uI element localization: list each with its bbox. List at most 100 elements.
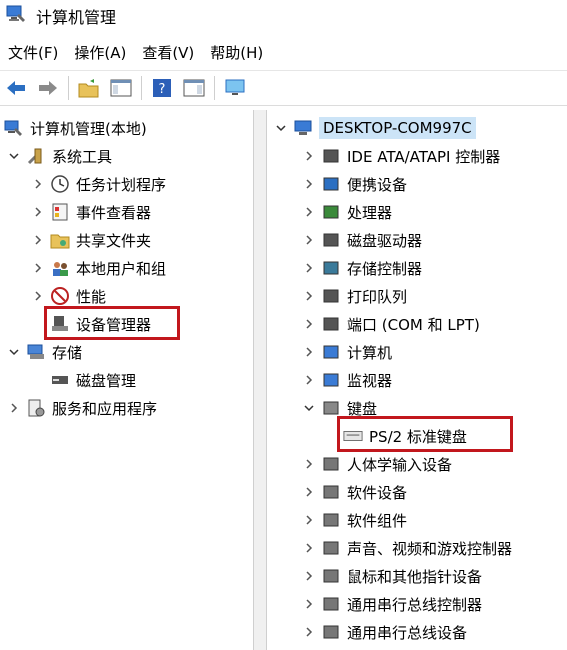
tree-item-local-users-groups[interactable]: 本地用户和组 xyxy=(30,254,166,282)
menu-action[interactable]: 操作(A) xyxy=(66,42,134,63)
hid-icon xyxy=(321,454,341,474)
device-category[interactable]: 软件组件 xyxy=(301,506,407,534)
chevron-right-icon[interactable] xyxy=(30,204,46,220)
device-category[interactable]: 键盘 xyxy=(301,394,377,422)
chevron-right-icon[interactable] xyxy=(301,372,317,388)
chevron-right-icon[interactable] xyxy=(301,316,317,332)
portable-device-icon xyxy=(321,174,341,194)
chevron-right-icon[interactable] xyxy=(301,148,317,164)
tree-root-computer-management[interactable]: 计算机管理(本地) xyxy=(4,114,147,142)
title-bar: 计算机管理 xyxy=(0,0,567,32)
chevron-right-icon[interactable] xyxy=(30,232,46,248)
tree-item-system-tools[interactable]: 系统工具 xyxy=(6,142,112,170)
action-pane-icon[interactable] xyxy=(181,75,207,101)
device-category-label: 端口 (COM 和 LPT) xyxy=(347,315,480,334)
chevron-right-icon[interactable] xyxy=(301,456,317,472)
chevron-right-icon[interactable] xyxy=(301,512,317,528)
device-category-label: 计算机 xyxy=(347,343,393,362)
tree-item-label: 磁盘管理 xyxy=(76,371,137,390)
chevron-right-icon[interactable] xyxy=(301,344,317,360)
tree-root-label: 计算机管理(本地) xyxy=(30,119,147,138)
chevron-right-icon[interactable] xyxy=(301,624,317,640)
device-category[interactable]: 声音、视频和游戏控制器 xyxy=(301,534,512,562)
device-category[interactable]: 通用串行总线控制器 xyxy=(301,590,482,618)
tree-item-services-apps[interactable]: 服务和应用程序 xyxy=(6,394,157,422)
chevron-right-icon[interactable] xyxy=(301,176,317,192)
up-folder-icon[interactable] xyxy=(76,75,102,101)
tree-item-disk-management[interactable]: 磁盘管理 xyxy=(50,366,136,394)
tree-item-label: 本地用户和组 xyxy=(76,259,167,278)
monitor-icon[interactable] xyxy=(222,75,248,101)
chevron-down-icon[interactable] xyxy=(6,344,22,360)
chevron-right-icon[interactable] xyxy=(301,568,317,584)
device-category[interactable]: 端口 (COM 和 LPT) xyxy=(301,310,480,338)
chevron-right-icon[interactable] xyxy=(301,204,317,220)
processor-icon xyxy=(321,202,341,222)
device-category-label: 人体学输入设备 xyxy=(347,455,453,474)
usb-device-icon xyxy=(321,622,341,642)
tree-item-event-viewer[interactable]: 事件查看器 xyxy=(30,198,151,226)
device-category[interactable]: 计算机 xyxy=(301,338,392,366)
computer-management-icon xyxy=(6,4,28,28)
help-icon[interactable]: ? xyxy=(149,75,175,101)
tree-item-label: 任务计划程序 xyxy=(76,175,167,194)
device-category[interactable]: 软件设备 xyxy=(301,478,407,506)
chevron-right-icon[interactable] xyxy=(301,484,317,500)
chevron-right-icon[interactable] xyxy=(301,288,317,304)
chevron-right-icon[interactable] xyxy=(30,260,46,276)
chevron-right-icon[interactable] xyxy=(301,596,317,612)
menu-bar: 文件(F) 操作(A) 查看(V) 帮助(H) xyxy=(0,38,567,66)
storage-controller-icon xyxy=(321,258,341,278)
device-category[interactable]: 便携设备 xyxy=(301,170,407,198)
device-category[interactable]: 处理器 xyxy=(301,198,392,226)
menu-view[interactable]: 查看(V) xyxy=(134,42,202,63)
highlight-box-device-manager xyxy=(44,306,180,340)
menu-help[interactable]: 帮助(H) xyxy=(202,42,271,63)
device-category-label: 磁盘驱动器 xyxy=(347,231,423,250)
device-category[interactable]: 监视器 xyxy=(301,366,392,394)
print-queue-icon xyxy=(321,286,341,306)
ide-controller-icon xyxy=(321,146,341,166)
chevron-down-icon[interactable] xyxy=(6,148,22,164)
tools-icon xyxy=(26,146,46,166)
services-icon xyxy=(26,398,46,418)
chevron-right-icon[interactable] xyxy=(301,540,317,556)
forward-arrow-icon[interactable] xyxy=(35,75,61,101)
toolbar-separator xyxy=(141,76,142,100)
back-arrow-icon[interactable] xyxy=(3,75,29,101)
toolbar-separator xyxy=(214,76,215,100)
right-device-pane: DESKTOP-COM997C PS/2 标准键盘 IDE ATA/ATAPI … xyxy=(266,110,567,650)
tree-item-label: 存储 xyxy=(52,343,83,362)
chevron-down-icon[interactable] xyxy=(273,120,289,136)
chevron-right-icon[interactable] xyxy=(30,176,46,192)
chevron-right-icon[interactable] xyxy=(30,288,46,304)
device-tree-root[interactable]: DESKTOP-COM997C xyxy=(273,114,476,142)
device-category-label: 处理器 xyxy=(347,203,393,222)
device-category[interactable]: 打印队列 xyxy=(301,282,407,310)
pane-splitter[interactable] xyxy=(254,110,266,650)
chevron-down-icon[interactable] xyxy=(301,400,317,416)
software-component-icon xyxy=(321,510,341,530)
event-log-icon xyxy=(50,202,70,222)
window-title: 计算机管理 xyxy=(36,8,117,27)
device-category[interactable]: 磁盘驱动器 xyxy=(301,226,422,254)
device-category[interactable]: 鼠标和其他指针设备 xyxy=(301,562,482,590)
device-category[interactable]: IDE ATA/ATAPI 控制器 xyxy=(301,142,500,170)
menu-file[interactable]: 文件(F) xyxy=(0,42,66,63)
software-device-icon xyxy=(321,482,341,502)
usb-controller-icon xyxy=(321,594,341,614)
chevron-right-icon[interactable] xyxy=(6,400,22,416)
device-category[interactable]: 存储控制器 xyxy=(301,254,422,282)
tree-item-label: 系统工具 xyxy=(52,147,113,166)
clock-icon xyxy=(50,174,70,194)
mouse-icon xyxy=(321,566,341,586)
chevron-right-icon[interactable] xyxy=(301,232,317,248)
tree-item-task-scheduler[interactable]: 任务计划程序 xyxy=(30,170,166,198)
show-hide-tree-icon[interactable] xyxy=(108,75,134,101)
device-category[interactable]: 人体学输入设备 xyxy=(301,450,452,478)
tree-item-shared-folders[interactable]: 共享文件夹 xyxy=(30,226,151,254)
device-category[interactable]: 通用串行总线设备 xyxy=(301,618,467,646)
chevron-right-icon[interactable] xyxy=(301,260,317,276)
device-category-label: 便携设备 xyxy=(347,175,408,194)
tree-item-storage[interactable]: 存储 xyxy=(6,338,82,366)
